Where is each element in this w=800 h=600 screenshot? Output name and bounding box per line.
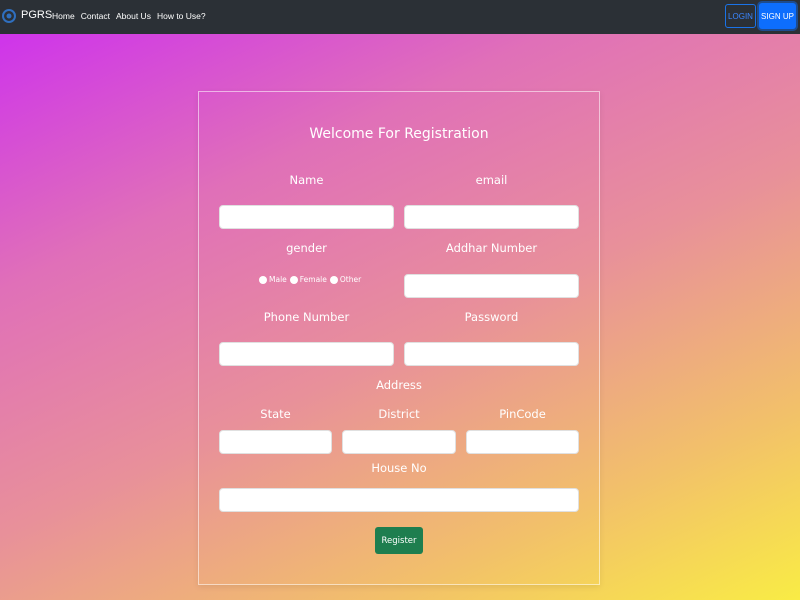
phone-number-label: Phone Number <box>263 310 350 324</box>
name-input[interactable] <box>219 205 394 229</box>
district-label: District <box>378 407 420 421</box>
phone-number-input[interactable] <box>219 342 394 366</box>
nav-link-contact[interactable]: Contact <box>81 11 110 21</box>
house-no-label: House No <box>371 461 427 475</box>
email-input[interactable] <box>404 205 579 229</box>
register-button[interactable]: Register <box>375 527 423 554</box>
password-input[interactable] <box>404 342 579 366</box>
nav-link-about-us[interactable]: About Us <box>116 11 151 21</box>
radio-circle-icon[interactable] <box>329 275 338 284</box>
email-label: email <box>475 173 508 187</box>
form-title: Welcome For Registration <box>309 126 489 142</box>
radio-circle-icon[interactable] <box>289 275 298 284</box>
nav-link-home[interactable]: Home <box>52 11 75 21</box>
brand-name[interactable]: PGRS <box>21 9 52 21</box>
district-input[interactable] <box>342 430 456 454</box>
gender-option-other[interactable]: Other <box>329 275 362 284</box>
name-label: Name <box>289 173 324 187</box>
nav-link-how-to-use[interactable]: How to Use? <box>157 11 206 21</box>
pincode-label: PinCode <box>499 407 546 421</box>
top-navbar: PGRS Home Contact About Us How to Use? L… <box>0 0 800 34</box>
aadhar-number-input[interactable] <box>404 274 579 298</box>
gender-option-male[interactable]: Male <box>259 275 287 284</box>
pincode-input[interactable] <box>466 430 579 454</box>
radio-label-other: Other <box>339 275 362 284</box>
address-label: Address <box>376 378 422 392</box>
login-button[interactable]: LOGIN <box>725 4 756 28</box>
gender-label: gender <box>286 241 327 255</box>
state-input[interactable] <box>219 430 332 454</box>
registration-form-card: Welcome For Registration Name email gend… <box>198 91 600 585</box>
gender-option-female[interactable]: Female <box>289 275 327 284</box>
nav-links: Home Contact About Us How to Use? <box>52 11 212 21</box>
radio-circle-icon[interactable] <box>259 275 267 284</box>
gender-radio-group: Male Female Other <box>259 275 364 284</box>
signup-button[interactable]: SIGN UP <box>759 3 796 29</box>
password-label: Password <box>464 310 519 324</box>
radio-label-female: Female <box>299 275 327 284</box>
state-label: State <box>260 407 291 421</box>
radio-label-male: Male <box>269 275 287 284</box>
brand-logo-icon[interactable] <box>2 7 16 25</box>
house-no-input[interactable] <box>219 488 579 512</box>
aadhar-label: Addhar Number <box>445 241 538 255</box>
